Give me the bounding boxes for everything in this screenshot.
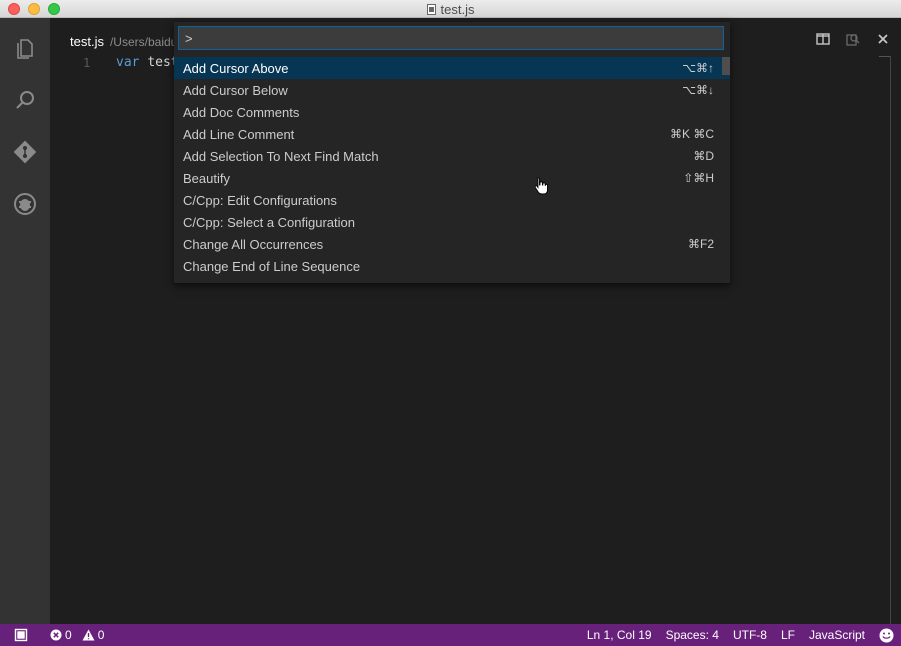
command-label: Add Cursor Below bbox=[183, 82, 288, 98]
encoding-setting[interactable]: UTF-8 bbox=[733, 628, 767, 642]
command-item[interactable]: Add Cursor Above ⌥⌘↑ bbox=[174, 57, 730, 79]
command-item[interactable]: C/Cpp: Select a Configuration bbox=[174, 211, 730, 233]
error-count: 0 bbox=[65, 628, 72, 642]
command-keybinding: ⌘F2 bbox=[687, 237, 714, 251]
status-bar: 0 0 Ln 1, Col 19 Spaces: 4 UTF-8 LF Java… bbox=[0, 624, 901, 646]
warning-icon bbox=[82, 629, 95, 641]
command-palette-input[interactable] bbox=[178, 26, 724, 50]
editor-tab[interactable]: test.js/Users/baidu bbox=[70, 34, 177, 49]
command-item[interactable]: Change All Occurrences ⌘F2 bbox=[174, 233, 730, 255]
command-label: Add Doc Comments bbox=[183, 104, 300, 120]
problems-indicator[interactable]: 0 0 bbox=[50, 628, 104, 642]
command-label: Beautify bbox=[183, 170, 230, 186]
command-item[interactable]: Add Cursor Below ⌥⌘↓ bbox=[174, 79, 730, 101]
eol-setting[interactable]: LF bbox=[781, 628, 795, 642]
search-icon[interactable] bbox=[11, 86, 39, 114]
vertical-ruler bbox=[890, 56, 891, 624]
tab-filename: test.js bbox=[70, 34, 104, 49]
command-item[interactable]: Beautify ⇧⌘H bbox=[174, 167, 730, 189]
debug-icon[interactable] bbox=[11, 190, 39, 218]
git-icon[interactable] bbox=[11, 138, 39, 166]
smiley-icon[interactable] bbox=[879, 628, 894, 643]
line-number: 1 bbox=[83, 56, 91, 70]
code-keyword: var bbox=[116, 55, 140, 70]
command-item[interactable]: Add Doc Comments bbox=[174, 101, 730, 123]
command-list: Add Cursor Above ⌥⌘↑ Add Cursor Below ⌥⌘… bbox=[174, 57, 730, 277]
open-changes-icon[interactable] bbox=[843, 30, 863, 48]
indentation-setting[interactable]: Spaces: 4 bbox=[666, 628, 719, 642]
command-label: Add Selection To Next Find Match bbox=[183, 148, 379, 164]
command-keybinding: ⌘D bbox=[693, 149, 714, 163]
command-palette: Add Cursor Above ⌥⌘↑ Add Cursor Below ⌥⌘… bbox=[174, 22, 730, 284]
window-title: test.js bbox=[0, 0, 901, 18]
editor-actions bbox=[813, 30, 893, 48]
command-list-scrollbar[interactable] bbox=[722, 57, 730, 75]
command-keybinding: ⇧⌘H bbox=[683, 171, 714, 185]
command-label: Change End of Line Sequence bbox=[183, 258, 361, 274]
split-editor-icon[interactable] bbox=[813, 30, 833, 48]
window-titlebar: test.js bbox=[0, 0, 901, 18]
code-line[interactable]: var test bbox=[116, 55, 179, 70]
language-mode[interactable]: JavaScript bbox=[809, 628, 865, 642]
command-label: Change All Occurrences bbox=[183, 236, 324, 252]
command-item[interactable]: Add Line Comment ⌘K ⌘C bbox=[174, 123, 730, 145]
command-keybinding: ⌘K ⌘C bbox=[669, 127, 714, 141]
activity-bar bbox=[0, 18, 50, 624]
command-item[interactable]: C/Cpp: Edit Configurations bbox=[174, 189, 730, 211]
command-label: C/Cpp: Select a Configuration bbox=[183, 214, 355, 230]
command-keybinding: ⌥⌘↓ bbox=[682, 83, 714, 97]
window-title-text: test.js bbox=[440, 1, 475, 17]
close-icon[interactable] bbox=[873, 30, 893, 48]
error-icon bbox=[50, 629, 62, 641]
warning-count: 0 bbox=[97, 628, 105, 642]
cursor-position[interactable]: Ln 1, Col 19 bbox=[587, 628, 652, 642]
hand-cursor-icon bbox=[534, 177, 548, 195]
tab-path: /Users/baidu bbox=[109, 35, 178, 49]
command-keybinding: ⌥⌘↑ bbox=[682, 61, 714, 75]
command-item[interactable]: Add Selection To Next Find Match ⌘D bbox=[174, 145, 730, 167]
command-label: C/Cpp: Edit Configurations bbox=[183, 192, 337, 208]
command-item[interactable]: Change End of Line Sequence bbox=[174, 255, 730, 277]
explorer-icon[interactable] bbox=[11, 34, 39, 62]
document-icon bbox=[426, 3, 436, 15]
command-label: Add Line Comment bbox=[183, 126, 295, 142]
command-label: Add Cursor Above bbox=[183, 60, 289, 76]
feedback-icon[interactable] bbox=[14, 628, 28, 642]
